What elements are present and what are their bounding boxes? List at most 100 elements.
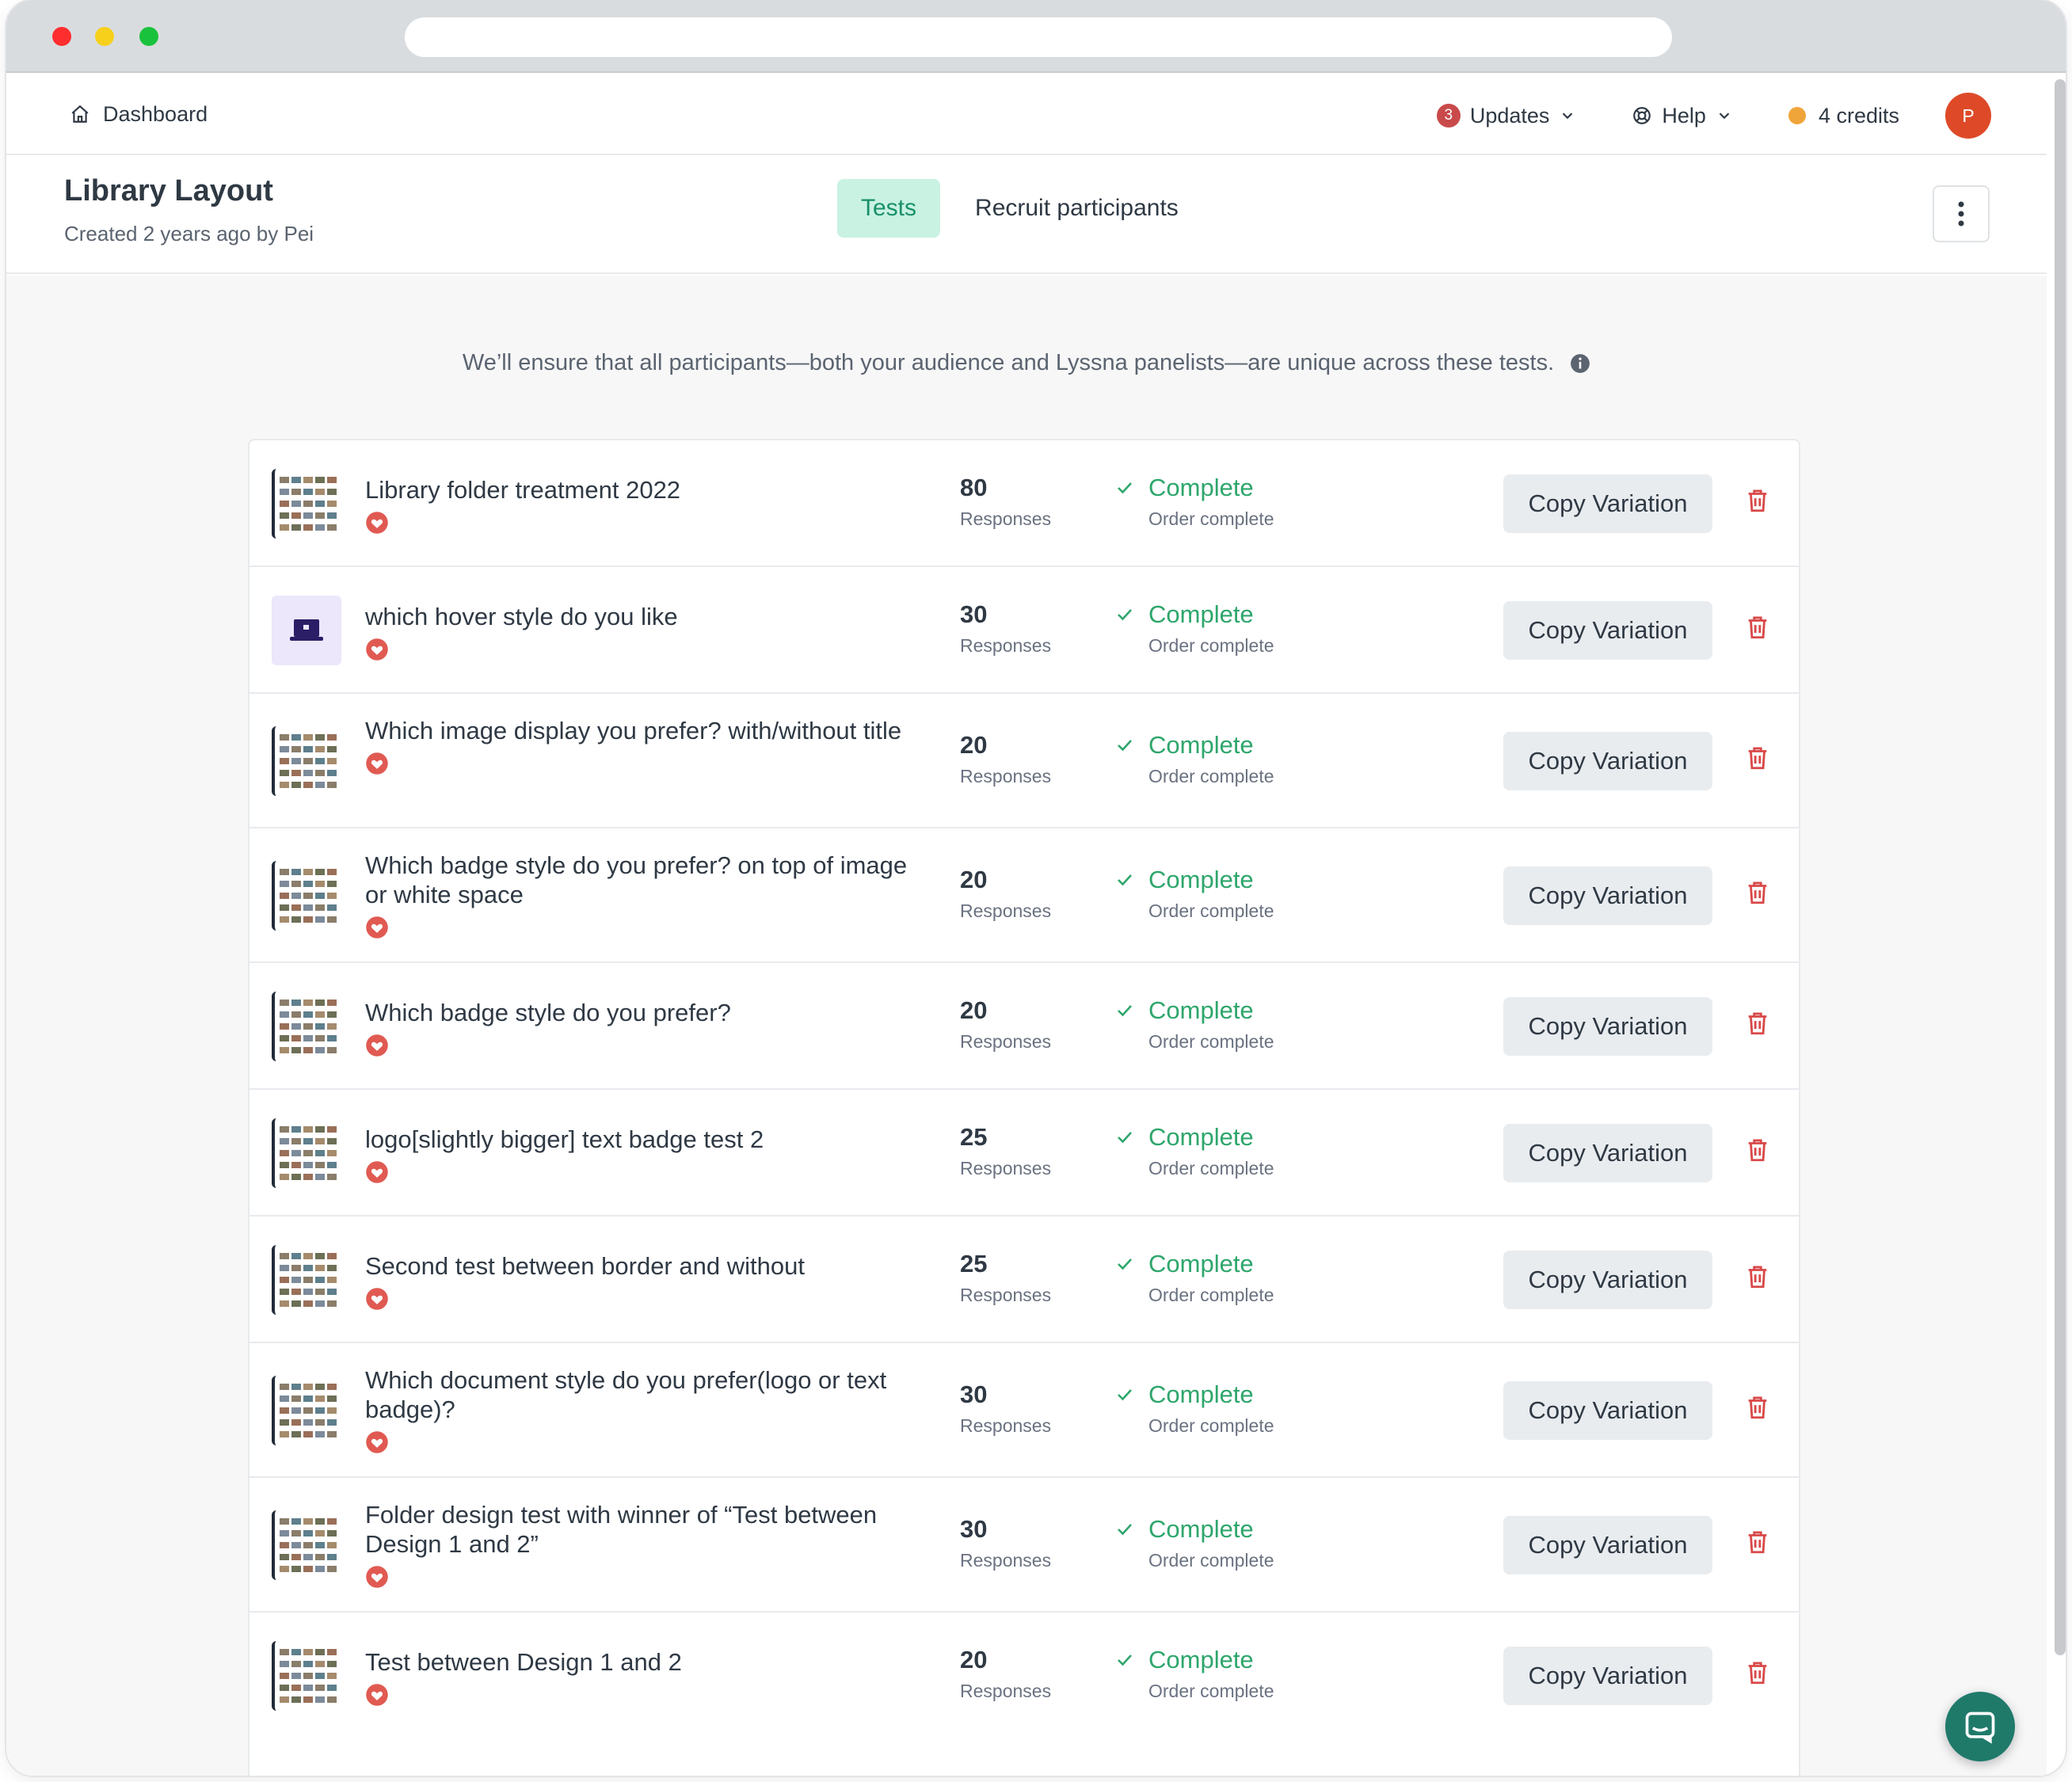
heart-icon[interactable] xyxy=(365,1430,389,1454)
tab-tests[interactable]: Tests xyxy=(837,179,941,238)
copy-variation-button[interactable]: Copy Variation xyxy=(1503,732,1712,790)
trash-icon[interactable] xyxy=(1744,1137,1771,1163)
chat-support-button[interactable] xyxy=(1945,1692,2015,1761)
status-block: Complete Order complete xyxy=(1115,1646,1274,1702)
responses-label: Responses xyxy=(960,635,1052,656)
test-row[interactable]: Library folder treatment 2022 80 Respons… xyxy=(249,440,1799,567)
scrollbar[interactable] xyxy=(2055,79,2066,1655)
maximize-window-button[interactable] xyxy=(139,27,158,46)
test-row[interactable]: Which badge style do you prefer? 20 Resp… xyxy=(249,963,1799,1090)
status-text: Complete xyxy=(1148,996,1254,1024)
heart-icon[interactable] xyxy=(365,1034,389,1057)
screenshot-thumbnail-icon xyxy=(280,1000,337,1053)
close-window-button[interactable] xyxy=(52,27,71,46)
heart-icon[interactable] xyxy=(365,1160,389,1184)
dashboard-link[interactable]: Dashboard xyxy=(70,98,208,130)
test-title-block: Second test between border and without xyxy=(365,1251,920,1311)
trash-icon[interactable] xyxy=(1744,1529,1771,1555)
copy-variation-button[interactable]: Copy Variation xyxy=(1503,1516,1712,1574)
responses-label: Responses xyxy=(960,1158,1052,1178)
trash-icon[interactable] xyxy=(1744,614,1771,641)
test-thumbnail xyxy=(272,992,341,1061)
test-title[interactable]: Which badge style do you prefer? on top … xyxy=(365,851,920,909)
heart-icon[interactable] xyxy=(365,511,389,535)
status-block: Complete Order complete xyxy=(1115,731,1274,787)
credits-label: 4 credits xyxy=(1818,103,1899,128)
status-text: Complete xyxy=(1148,474,1254,501)
test-title[interactable]: Second test between border and without xyxy=(365,1251,920,1281)
copy-variation-button[interactable]: Copy Variation xyxy=(1503,1251,1712,1309)
responses-count: 25 xyxy=(960,1123,988,1151)
test-row[interactable]: Test between Design 1 and 2 20 Responses… xyxy=(249,1613,1799,1739)
test-row[interactable]: Which document style do you prefer(logo … xyxy=(249,1343,1799,1478)
trash-icon[interactable] xyxy=(1744,1394,1771,1421)
home-icon xyxy=(71,105,89,123)
minimize-window-button[interactable] xyxy=(95,27,114,46)
heart-icon[interactable] xyxy=(365,1683,389,1707)
status-block: Complete Order complete xyxy=(1115,1515,1274,1571)
test-title[interactable]: Which image display you prefer? with/wit… xyxy=(365,716,920,745)
copy-variation-button[interactable]: Copy Variation xyxy=(1503,866,1712,925)
trash-icon[interactable] xyxy=(1744,1010,1771,1037)
test-title[interactable]: logo[slightly bigger] text badge test 2 xyxy=(365,1125,920,1154)
help-menu[interactable]: Help xyxy=(1632,104,1733,128)
more-options-button[interactable] xyxy=(1933,185,1990,242)
responses-label: Responses xyxy=(960,766,1052,786)
heart-icon[interactable] xyxy=(365,752,389,775)
responses-label: Responses xyxy=(960,1681,1052,1701)
test-row[interactable]: logo[slightly bigger] text badge test 2 … xyxy=(249,1090,1799,1217)
test-title[interactable]: Which badge style do you prefer? xyxy=(365,998,920,1027)
copy-variation-button[interactable]: Copy Variation xyxy=(1503,997,1712,1056)
test-row[interactable]: Which image display you prefer? with/wit… xyxy=(249,694,1799,828)
test-title[interactable]: Test between Design 1 and 2 xyxy=(365,1647,920,1677)
responses-block: 80 Responses xyxy=(960,474,1051,530)
updates-menu[interactable]: 3 Updates xyxy=(1436,104,1577,128)
copy-variation-button[interactable]: Copy Variation xyxy=(1503,1381,1712,1440)
copy-variation-button[interactable]: Copy Variation xyxy=(1503,474,1712,533)
test-title-block: Which badge style do you prefer? xyxy=(365,998,920,1057)
credits-indicator[interactable]: 4 credits xyxy=(1788,104,1899,128)
check-icon xyxy=(1118,874,1132,886)
responses-count: 30 xyxy=(960,1380,988,1408)
test-title[interactable]: Library folder treatment 2022 xyxy=(365,475,920,505)
test-title-block: logo[slightly bigger] text badge test 2 xyxy=(365,1125,920,1184)
tab-recruit-participants[interactable]: Recruit participants xyxy=(951,179,1202,238)
test-row[interactable]: Folder design test with winner of “Test … xyxy=(249,1478,1799,1613)
nav-right-group: 3 Updates Help 4 credits P xyxy=(1436,92,1991,139)
test-title-block: Folder design test with winner of “Test … xyxy=(365,1500,920,1589)
heart-icon[interactable] xyxy=(365,638,389,661)
test-row[interactable]: which hover style do you like 30 Respons… xyxy=(249,567,1799,694)
user-avatar[interactable]: P xyxy=(1945,93,1991,139)
check-icon xyxy=(1118,482,1132,494)
heart-icon[interactable] xyxy=(365,1287,389,1311)
heart-icon[interactable] xyxy=(365,1565,389,1589)
trash-icon[interactable] xyxy=(1744,879,1771,906)
status-subtext: Order complete xyxy=(1148,1415,1274,1436)
test-title[interactable]: Which document style do you prefer(logo … xyxy=(365,1365,920,1424)
responses-count: 20 xyxy=(960,866,988,893)
test-row[interactable]: Second test between border and without 2… xyxy=(249,1217,1799,1343)
screenshot-thumbnail-icon xyxy=(280,477,337,531)
address-bar[interactable] xyxy=(405,17,1672,57)
responses-block: 20 Responses xyxy=(960,1646,1051,1702)
test-thumbnail xyxy=(272,726,341,796)
status-text: Complete xyxy=(1148,1515,1254,1543)
heart-icon[interactable] xyxy=(365,916,389,939)
test-title[interactable]: which hover style do you like xyxy=(365,602,920,631)
check-icon xyxy=(1118,609,1132,621)
project-tabs: Tests Recruit participants xyxy=(837,179,1202,238)
trash-icon[interactable] xyxy=(1744,744,1771,771)
test-title[interactable]: Folder design test with winner of “Test … xyxy=(365,1500,920,1559)
status-subtext: Order complete xyxy=(1148,766,1274,786)
notice-text: We’ll ensure that all participants—both … xyxy=(462,350,1555,375)
copy-variation-button[interactable]: Copy Variation xyxy=(1503,1647,1712,1705)
trash-icon[interactable] xyxy=(1744,1263,1771,1290)
copy-variation-button[interactable]: Copy Variation xyxy=(1503,1124,1712,1182)
test-row[interactable]: Which badge style do you prefer? on top … xyxy=(249,828,1799,963)
copy-variation-button[interactable]: Copy Variation xyxy=(1503,601,1712,660)
browser-titlebar xyxy=(6,0,2066,73)
status-subtext: Order complete xyxy=(1148,508,1274,529)
trash-icon[interactable] xyxy=(1744,1659,1771,1686)
info-icon[interactable] xyxy=(1570,353,1590,374)
trash-icon[interactable] xyxy=(1744,487,1771,514)
